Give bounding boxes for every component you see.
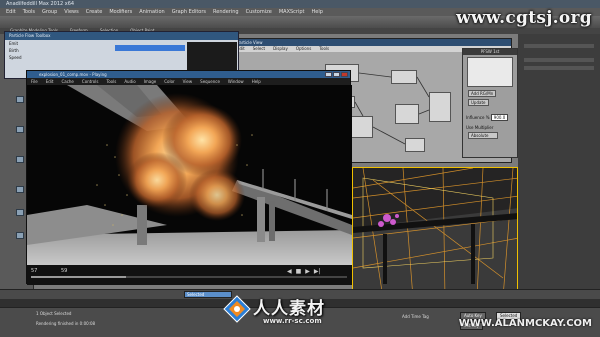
renren-watermark: 人人素材 www.rr-sc.com [223,293,383,331]
status-prompt: Rendering finished in 0:00:08 [36,321,96,326]
use-multiplier-label: Use Multiplier [466,125,494,130]
scale-icon[interactable] [16,126,24,133]
select-icon[interactable] [16,156,24,163]
influence-label: Influence % [466,115,490,120]
prev-frame-icon[interactable]: ◀ [287,268,292,275]
renren-url: www.rr-sc.com [263,317,322,325]
video-frame[interactable] [27,85,352,265]
max-app: Anadilfeddill Max 2012 x64 Edit Tools Grou… [0,0,600,337]
player-menu-item[interactable]: Controls [82,78,99,85]
player-title-bar: explosion_01_comp.mov - Playing [27,71,350,78]
video-player-window: explosion_01_comp.mov - Playing File Edit… [26,70,352,285]
player-title: explosion_01_comp.mov - Playing [39,72,107,77]
alanmckay-watermark: WWW.ALANMCKAY.COM [458,318,592,329]
params-header: PFSW 1st [463,49,517,55]
player-menu-item[interactable]: Audio [124,78,135,85]
particle-view-title: Particle View [233,39,511,46]
menu-item[interactable]: Customize [246,8,272,16]
player-menu-item[interactable]: Edit [46,78,54,85]
link-icon[interactable] [16,186,24,193]
influence-input[interactable]: 900.0 [490,114,509,121]
player-menu-item[interactable]: Help [252,78,261,85]
player-menu-item[interactable]: Cache [61,78,73,85]
player-menu-item[interactable]: Image [144,78,157,85]
frame-end: 59 [61,268,68,274]
stop-icon[interactable]: ■ [296,268,302,275]
parameters-panel: PFSW 1st Add RG/Mn Update Influence % 900… [462,48,518,158]
viewport-wireframe [353,168,517,296]
renren-logo-text: 人人素材 [253,299,325,319]
scrub-bar[interactable] [31,276,347,278]
mode-dropdown[interactable]: Absolute [468,132,498,139]
explosion-frame [27,85,352,265]
menu-item[interactable]: Modifiers [109,8,132,16]
rotate-icon[interactable] [16,96,24,103]
close-icon[interactable] [341,72,348,77]
command-panel [518,34,600,289]
next-frame-icon[interactable]: ▶| [314,268,321,275]
menu-item[interactable]: Animation [139,8,165,16]
toolbox-title: Particle Flow Toolbox [5,32,238,40]
renren-logo-icon [223,295,251,323]
minimize-icon[interactable] [325,72,332,77]
perspective-viewport[interactable] [352,167,518,297]
watermark-cgtsj: www.cgtsj.org [456,8,592,28]
player-menu: File Edit Cache Controls Tools Audio Image Colo… [27,78,350,85]
bind-icon[interactable] [16,209,24,216]
player-menu-item[interactable]: Color [164,78,174,85]
player-menu-item[interactable]: Tools [106,78,116,85]
time-tag[interactable]: Add Time Tag [402,314,429,319]
player-menu-item[interactable]: Window [228,78,244,85]
menu-item[interactable]: Tools [23,8,35,16]
player-menu-item[interactable]: Sequence [200,78,220,85]
player-menu-item[interactable]: View [183,78,193,85]
toolbox-selection[interactable] [115,45,185,51]
menu-item[interactable]: Rendering [213,8,239,16]
menu-item[interactable]: Views [64,8,78,16]
player-menu-item[interactable]: File [31,78,38,85]
menu-item[interactable]: MAXScript [279,8,305,16]
add-button[interactable]: Add RG/Mn [468,90,497,97]
camera-icon[interactable] [16,232,24,239]
app-title: Anadilfeddill Max 2012 x64 [6,1,75,7]
status-selection: 1 Object Selected [36,311,72,316]
frame-current: 57 [31,268,38,274]
play-icon[interactable]: ▶ [305,268,310,275]
player-controls: 57 59 ◀ ■ ▶ ▶| [27,265,352,285]
menu-item[interactable]: Help [312,8,323,16]
maximize-icon[interactable] [333,72,340,77]
menu-item[interactable]: Create [86,8,103,16]
app-title-bar: Anadilfeddill Max 2012 x64 [0,0,600,8]
params-list[interactable] [467,57,513,87]
menu-item[interactable]: Edit [6,8,16,16]
menu-item[interactable]: Graph Editors [172,8,206,16]
menu-item[interactable]: Group [42,8,57,16]
update-button[interactable]: Update [468,99,489,106]
toolbox-preview [187,42,237,72]
